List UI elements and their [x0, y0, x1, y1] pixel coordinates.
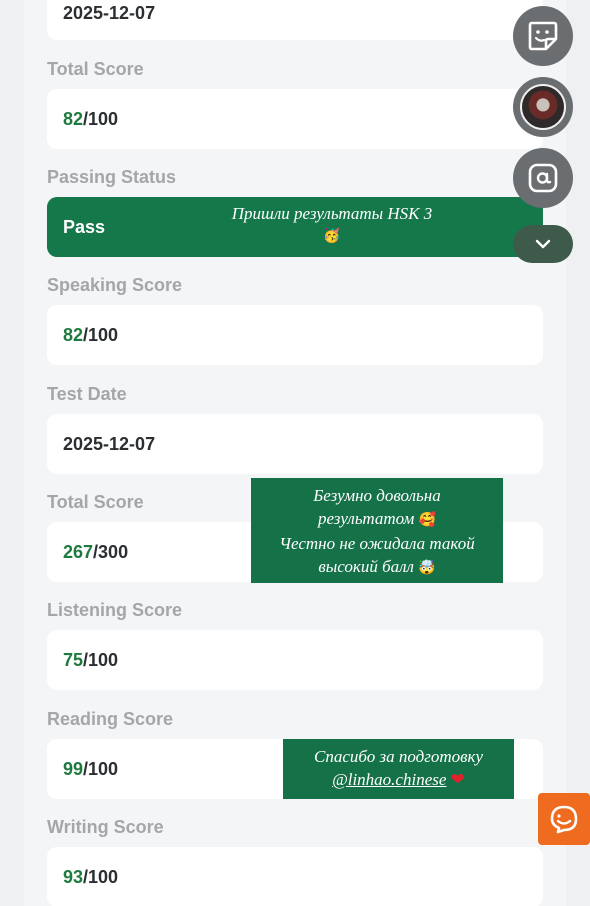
caption-2-line-4: высокий балл — [318, 557, 414, 576]
sticker-icon — [528, 21, 558, 51]
expand-button[interactable] — [513, 225, 573, 263]
chevron-down-icon — [535, 239, 551, 249]
total-score-field: 82/100 — [47, 89, 543, 149]
mention-button[interactable] — [513, 148, 573, 208]
support-chat-button[interactable] — [538, 793, 590, 845]
writing-score-max: /100 — [83, 866, 119, 887]
speaking-score-field: 82/100 — [47, 305, 543, 365]
at-sign-icon — [528, 163, 558, 193]
date-top-value: 2025-12-07 — [63, 2, 156, 23]
total-score-label: Total Score — [47, 59, 144, 79]
test-date-value: 2025-12-07 — [63, 433, 156, 454]
caption-3-mention[interactable]: @linhao.chinese — [332, 770, 446, 789]
caption-2-line-1: Безумно довольна — [313, 486, 441, 505]
listening-score-field: 75/100 — [47, 630, 543, 690]
sticker-button[interactable] — [513, 6, 573, 66]
passing-status-value: Pass — [63, 216, 106, 237]
listening-score-label: Listening Score — [47, 600, 183, 620]
caption-2-emoji-1: 🥰 — [418, 512, 436, 528]
profile-avatar-button[interactable] — [513, 77, 573, 137]
caption-1-emoji: 🥳 — [323, 228, 341, 244]
total-score-label-2: Total Score — [47, 492, 144, 512]
total-score-max-2: /300 — [93, 541, 129, 562]
support-chat-icon — [550, 805, 578, 834]
caption-1-text: Пришли результаты HSK 3 — [231, 204, 433, 223]
reading-score-value: 99 — [63, 758, 84, 779]
listening-score-value: 75 — [63, 649, 84, 670]
reading-score-max: /100 — [83, 758, 119, 779]
passing-status-label: Passing Status — [47, 167, 177, 187]
story-caption-2: Безумно довольна результатом 🥰 Честно не… — [251, 478, 503, 583]
speaking-score-value: 82 — [63, 324, 84, 345]
writing-score-label: Writing Score — [47, 817, 164, 837]
caption-3-line-1: Спасибо за подготовку — [313, 747, 483, 766]
total-score-value: 82 — [63, 108, 84, 129]
reading-score-label: Reading Score — [47, 709, 174, 729]
writing-score-field: 93/100 — [47, 847, 543, 906]
writing-score-value: 93 — [63, 866, 84, 887]
caption-2-line-3: Честно не ожидала такой — [279, 534, 475, 553]
test-date-label: Test Date — [47, 384, 127, 404]
total-score-value-2: 267 — [63, 541, 94, 562]
caption-2-emoji-2: 🤯 — [418, 560, 436, 576]
avatar — [520, 84, 566, 130]
speaking-score-label: Speaking Score — [47, 275, 183, 295]
date-top-field: 2025-12-07 — [47, 0, 543, 40]
caption-2-line-2: результатом — [317, 509, 415, 528]
story-caption-1: Пришли результаты HSK 3 🥳 — [200, 197, 464, 252]
listening-score-max: /100 — [83, 649, 119, 670]
heart-icon: ❤ — [450, 770, 465, 790]
speaking-score-max: /100 — [83, 324, 119, 345]
test-date-field: 2025-12-07 — [47, 414, 543, 474]
story-caption-3: Спасибо за подготовку @linhao.chinese ❤ — [283, 739, 514, 799]
total-score-max: /100 — [83, 108, 119, 129]
